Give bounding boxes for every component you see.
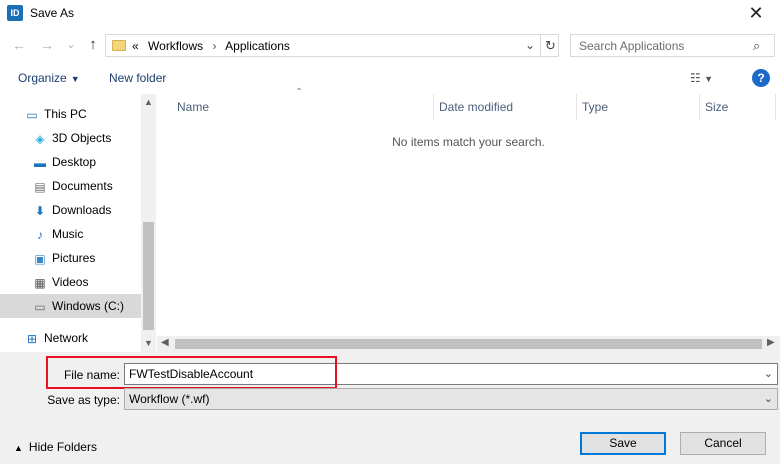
sidebar-item-label: Music [52,227,84,241]
sidebar-item-label: Windows (C:) [52,299,125,313]
filelist-horizontal-scrollbar[interactable]: ◀ ▶ [157,336,780,352]
sidebar-item-windows-c[interactable]: ▭ Windows (C:) [0,294,141,318]
save-form: File name: FWTestDisableAccount ⌄ Save a… [0,352,780,464]
search-box[interactable]: ⌕ [570,34,775,57]
sidebar-item-videos[interactable]: ▦ Videos [0,270,141,294]
chevron-down-icon[interactable]: ⌄ [764,392,773,405]
sidebar-item-label: Videos [52,275,89,289]
music-icon: ♪ [37,227,43,242]
sidebar-item-3d-objects[interactable]: ◈ 3D Objects [0,126,141,150]
sidebar-item-label: This PC [44,107,87,121]
cube-icon: ◈ [35,131,45,146]
save-as-type-value: Workflow (*.wf) [129,392,210,406]
sidebar-item-network[interactable]: ⊞ Network [0,326,141,350]
scroll-up-arrow-icon[interactable]: ▲ [141,97,156,107]
column-header-size[interactable]: Size [700,94,776,120]
search-icon[interactable]: ⌕ [753,38,760,54]
address-dropdown-icon[interactable]: ⌄ [522,38,538,52]
change-view-icon[interactable]: ☷ ▼ [690,71,713,85]
address-bar[interactable]: « Workflows › Applications ⌄ ↻ [105,34,559,57]
up-arrow-icon[interactable]: ↑ [84,36,102,54]
sidebar-item-this-pc[interactable]: ▭ This PC [0,102,141,126]
chevron-down-icon[interactable]: ⌄ [764,367,773,380]
video-icon: ▦ [34,275,46,290]
breadcrumb-overflow[interactable]: « [132,39,139,53]
help-icon[interactable]: ? [752,69,770,87]
sidebar-item-pictures[interactable]: ▣ Pictures [0,246,141,270]
caret-down-icon: ▼ [70,74,80,84]
empty-message: No items match your search. [392,135,545,149]
sidebar-item-music[interactable]: ♪ Music [0,222,141,246]
sidebar-scrollbar[interactable]: ▲ ▼ [141,94,156,352]
download-icon: ⬇ [34,203,46,218]
window-title: Save As [30,6,75,20]
navigation-bar: ← → ⌄ ↑ « Workflows › Applications ⌄ ↻ ⌕ [0,30,780,60]
folder-icon [112,40,126,51]
sidebar-item-desktop[interactable]: ▬ Desktop [0,150,141,174]
computer-icon: ▭ [26,107,38,122]
command-bar: Organize ▼ New folder ☷ ▼ ? [0,62,780,94]
sidebar-item-label: Documents [52,179,113,193]
hide-folders-button[interactable]: ▲ Hide Folders [14,440,97,454]
breadcrumb: « Workflows › Applications [132,39,296,53]
refresh-icon[interactable]: ↻ [540,35,560,56]
sidebar-item-downloads[interactable]: ⬇ Downloads [0,198,141,222]
scroll-left-arrow-icon[interactable]: ◀ [161,337,169,348]
organize-label: Organize [18,71,67,85]
close-icon[interactable]: ✕ [732,0,780,26]
save-as-type-select[interactable]: Workflow (*.wf) ⌄ [124,388,778,410]
sidebar-item-label: Desktop [52,155,97,169]
sidebar-item-label: Downloads [52,203,112,217]
sidebar-item-label: Pictures [52,251,96,265]
scrollbar-thumb[interactable] [175,339,762,349]
scroll-right-arrow-icon[interactable]: ▶ [767,337,775,348]
sidebar-item-label: Network [44,331,89,345]
breadcrumb-separator-icon[interactable]: › [213,39,217,53]
column-header-type[interactable]: Type [577,94,700,120]
sidebar-item-documents[interactable]: ▤ Documents [0,174,141,198]
organize-button[interactable]: Organize ▼ [18,71,80,85]
save-button[interactable]: Save [580,432,666,455]
drive-icon: ▭ [34,299,46,314]
sidebar-item-label: 3D Objects [52,131,112,145]
file-list: Name ⌃ Date modified Type Size No items … [157,87,780,352]
recent-locations-chevron-icon[interactable]: ⌄ [62,36,80,54]
scroll-down-arrow-icon[interactable]: ▼ [141,338,156,348]
search-input[interactable] [571,35,751,56]
hide-folders-label: Hide Folders [28,440,97,454]
document-icon: ▤ [34,179,46,194]
save-as-type-label: Save as type: [47,393,120,407]
forward-arrow-icon[interactable]: → [38,36,56,54]
highlight-box [46,356,337,389]
desktop-icon: ▬ [34,155,46,170]
network-icon: ⊞ [26,331,38,346]
scrollbar-thumb[interactable] [143,222,154,330]
new-folder-button[interactable]: New folder [109,71,166,85]
pictures-icon: ▣ [34,251,46,266]
app-icon: ID [7,5,23,21]
breadcrumb-workflows[interactable]: Workflows [148,39,203,53]
title-bar: ID Save As ✕ [0,0,780,26]
sort-ascending-icon: ⌃ [295,87,304,98]
cancel-button[interactable]: Cancel [680,432,766,455]
back-arrow-icon[interactable]: ← [10,36,28,54]
caret-up-icon: ▲ [14,443,23,453]
column-header-date-modified[interactable]: Date modified [434,94,577,120]
navigation-pane: ▭ This PC ◈ 3D Objects ▬ Desktop ▤ Documents… [0,94,156,352]
breadcrumb-applications[interactable]: Applications [225,39,290,53]
